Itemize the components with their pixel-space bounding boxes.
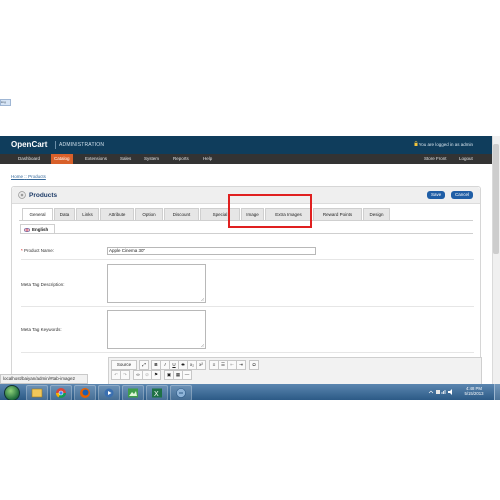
meta-keywords-label: Meta Tag Keywords: — [21, 327, 62, 332]
product-name-label: * Product Name: — [21, 248, 54, 253]
menu-item-dashboard[interactable]: Dashboard — [15, 154, 43, 164]
anchor-icon[interactable]: ⚑ — [151, 370, 161, 380]
product-name-label-text: Product Name: — [24, 248, 55, 253]
cancel-button[interactable]: Cancel — [451, 191, 474, 199]
save-button[interactable]: Save — [427, 191, 446, 199]
logged-in-status: You are logged in as admin — [418, 142, 473, 147]
admin-header: OpenCart ADMINISTRATION You are logged i… — [0, 136, 492, 154]
start-button-icon[interactable] — [4, 385, 20, 400]
uk-flag-icon — [24, 227, 30, 232]
chrome-icon[interactable] — [50, 385, 72, 400]
tab-discount[interactable]: Discount — [164, 208, 199, 220]
superscript-button[interactable]: x² — [196, 360, 206, 370]
taskbar-clock[interactable]: 4:48 PM 5/15/2013 — [457, 386, 491, 396]
media-player-icon[interactable] — [98, 385, 120, 400]
tools-app-icon[interactable] — [170, 385, 192, 400]
tab-reward-points[interactable]: Reward Points — [313, 208, 362, 220]
lock-icon — [414, 141, 418, 146]
menu-item-reports[interactable]: Reports — [170, 154, 192, 164]
windows-taskbar: X 4:48 PM 5/15/2013 — [0, 384, 500, 400]
row-divider — [21, 259, 474, 260]
show-desktop-button[interactable] — [494, 384, 500, 400]
meta-description-textarea[interactable] — [107, 264, 206, 303]
clock-date: 5/15/2013 — [464, 391, 484, 396]
tab-links[interactable]: Links — [76, 208, 99, 220]
scrollbar-thumb[interactable] — [493, 144, 499, 254]
breadcrumb-separator: :: — [24, 174, 27, 179]
tab-data[interactable]: Data — [54, 208, 75, 220]
breadcrumb-products[interactable]: Products — [28, 174, 46, 179]
required-marker: * — [21, 248, 23, 253]
explorer-icon[interactable] — [26, 385, 48, 400]
source-button[interactable]: Source — [111, 360, 137, 370]
brand-subtitle: ADMINISTRATION — [59, 142, 105, 148]
meta-description-label: Meta Tag Description: — [21, 282, 65, 287]
product-name-input[interactable]: Apple Cinema 30" — [107, 247, 316, 255]
special-char-button[interactable]: Ω — [249, 360, 259, 370]
browser-screenshot: OpenCart ADMINISTRATION You are logged i… — [0, 136, 500, 400]
brand-logo[interactable]: OpenCart — [11, 140, 47, 149]
row-divider — [21, 306, 474, 307]
tab-option[interactable]: Option — [135, 208, 163, 220]
menu-item-logout[interactable]: Logout — [456, 154, 476, 164]
system-tray — [428, 388, 454, 396]
resize-grip-icon[interactable] — [201, 344, 204, 347]
main-menu: Dashboard Catalog Extensions Sales Syste… — [0, 154, 492, 164]
maximize-icon[interactable]: ⤢ — [139, 360, 149, 370]
annotation-highlight-box — [228, 194, 312, 228]
photos-app-icon[interactable] — [122, 385, 144, 400]
menu-item-sales[interactable]: Sales — [117, 154, 134, 164]
brand-divider — [55, 141, 56, 149]
menu-item-extensions[interactable]: Extensions — [82, 154, 110, 164]
breadcrumb-home[interactable]: Home — [11, 174, 23, 179]
horizontal-rule-icon[interactable]: — — [182, 370, 192, 380]
excel-icon[interactable]: X — [146, 385, 168, 400]
products-icon — [18, 191, 26, 199]
resize-grip-icon[interactable] — [201, 298, 204, 301]
menu-item-store-front[interactable]: Store Front — [421, 154, 450, 164]
breadcrumb: Home :: Products — [11, 174, 46, 179]
broken-image-label: img — [1, 100, 6, 104]
meta-keywords-textarea[interactable] — [107, 310, 206, 349]
broken-image-icon: img — [0, 99, 11, 106]
language-divider — [20, 233, 473, 234]
redo-icon[interactable]: ↷ — [120, 370, 130, 380]
firefox-icon[interactable] — [74, 385, 96, 400]
svg-text:X: X — [154, 391, 159, 398]
source-button-label: Source — [116, 362, 132, 367]
tab-design[interactable]: Design — [363, 208, 390, 220]
page-title: Products — [29, 192, 58, 199]
row-divider — [21, 352, 474, 353]
status-bar-url: localhost/baiyan/admin/#tab-image2 — [0, 374, 88, 384]
indent-icon[interactable]: ⇥ — [236, 360, 246, 370]
menu-item-help[interactable]: Help — [200, 154, 215, 164]
tab-attribute[interactable]: Attribute — [100, 208, 134, 220]
menu-item-catalog[interactable]: Catalog — [51, 154, 73, 164]
menu-item-system[interactable]: System — [141, 154, 162, 164]
